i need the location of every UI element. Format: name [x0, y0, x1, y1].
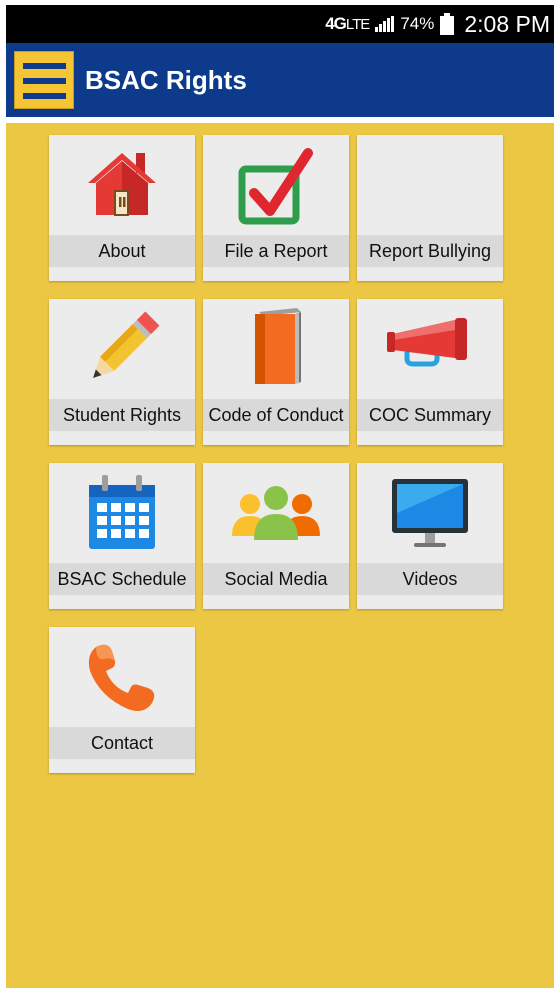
tile-label: Code of Conduct — [203, 399, 349, 431]
tile-grid: About File a Report Report Bullying Stud… — [6, 123, 554, 988]
house-icon — [49, 135, 195, 235]
checkbox-icon — [203, 135, 349, 235]
book-icon — [203, 299, 349, 399]
hamburger-menu-icon[interactable] — [14, 51, 74, 109]
tile-contact[interactable]: Contact — [49, 627, 195, 773]
app-bar: BSAC Rights — [6, 43, 554, 117]
blank-icon — [357, 135, 503, 235]
phone-icon — [49, 627, 195, 727]
monitor-icon — [357, 463, 503, 563]
clock: 2:08 PM — [464, 10, 550, 37]
tile-label: Report Bullying — [357, 235, 503, 267]
tile-student-rights[interactable]: Student Rights — [49, 299, 195, 445]
tile-label: Contact — [49, 727, 195, 759]
battery-percent: 74% — [400, 14, 435, 33]
app-title: BSAC Rights — [85, 65, 247, 95]
battery-icon — [440, 13, 455, 35]
tile-label: Videos — [357, 563, 503, 595]
tile-videos[interactable]: Videos — [357, 463, 503, 609]
tile-about[interactable]: About — [49, 135, 195, 281]
tile-label: Social Media — [203, 563, 349, 595]
network-indicator: 4GLTE — [325, 14, 370, 33]
tile-label: COC Summary — [357, 399, 503, 431]
people-icon — [203, 463, 349, 563]
megaphone-icon — [357, 299, 503, 399]
calendar-icon — [49, 463, 195, 563]
tile-code-of-conduct[interactable]: Code of Conduct — [203, 299, 349, 445]
signal-icon — [375, 16, 395, 32]
tile-label: BSAC Schedule — [49, 563, 195, 595]
tile-coc-summary[interactable]: COC Summary — [357, 299, 503, 445]
tile-report-bullying[interactable]: Report Bullying — [357, 135, 503, 281]
tile-label: File a Report — [203, 235, 349, 267]
tile-label: About — [49, 235, 195, 267]
tile-social-media[interactable]: Social Media — [203, 463, 349, 609]
status-bar: 4GLTE 74% 2:08 PM — [6, 5, 554, 43]
pencil-icon — [49, 299, 195, 399]
tile-file-a-report[interactable]: File a Report — [203, 135, 349, 281]
tile-label: Student Rights — [49, 399, 195, 431]
tile-bsac-schedule[interactable]: BSAC Schedule — [49, 463, 195, 609]
